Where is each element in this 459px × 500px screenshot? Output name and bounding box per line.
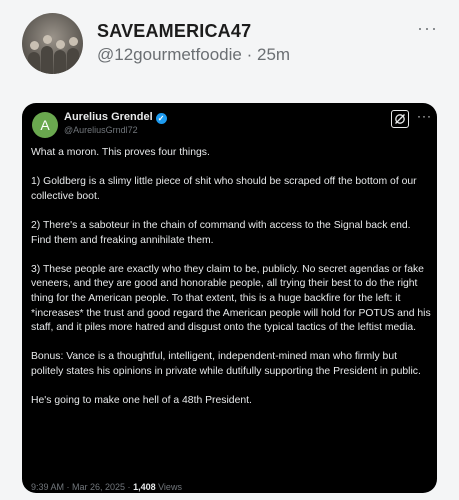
embedded-avatar[interactable]: A [32, 112, 58, 138]
user-handle[interactable]: @12gourmetfoodie [97, 45, 242, 64]
separator-dot: · [246, 45, 253, 64]
views-count: 1,408 [133, 482, 156, 492]
grok-icon[interactable] [391, 110, 409, 128]
handle-time-line: @12gourmetfoodie · 25m [97, 45, 290, 65]
embedded-author-name-text: Aurelius Grendel [64, 111, 153, 123]
embedded-post-card[interactable]: A Aurelius Grendel ✓ @AureliusGrndl72 ···… [22, 103, 437, 493]
verified-badge-icon: ✓ [155, 113, 167, 124]
embedded-post-text: What a moron. This proves four things. 1… [31, 146, 431, 423]
paragraph: He's going to make one hell of a 48th Pr… [31, 395, 252, 407]
avatar[interactable] [22, 13, 83, 74]
embedded-more-icon[interactable]: ··· [417, 109, 432, 123]
paragraph: What a moron. This proves four things. [31, 147, 210, 158]
post-time[interactable]: 25m [257, 45, 290, 64]
post-timestamp[interactable]: 9:39 AM · Mar 26, 2025 · [31, 482, 133, 492]
embedded-author-handle[interactable]: @AureliusGrndl72 [64, 125, 138, 135]
views-label: Views [155, 482, 182, 492]
paragraph: 2) There's a saboteur in the chain of co… [31, 219, 411, 246]
post-header: SAVEAMERICA47 @12gourmetfoodie · 25m ··· [0, 0, 459, 100]
paragraph: 3) These people are exactly who they cla… [31, 263, 431, 334]
embedded-author-name[interactable]: Aurelius Grendel ✓ [64, 111, 167, 124]
username[interactable]: SAVEAMERICA47 [97, 21, 251, 42]
embedded-post-footer: 9:39 AM · Mar 26, 2025 · 1,408 Views [31, 482, 182, 492]
paragraph: Bonus: Vance is a thoughtful, intelligen… [31, 351, 421, 377]
more-options-icon[interactable]: ··· [417, 18, 438, 39]
paragraph: 1) Goldberg is a slimy little piece of s… [31, 176, 417, 202]
